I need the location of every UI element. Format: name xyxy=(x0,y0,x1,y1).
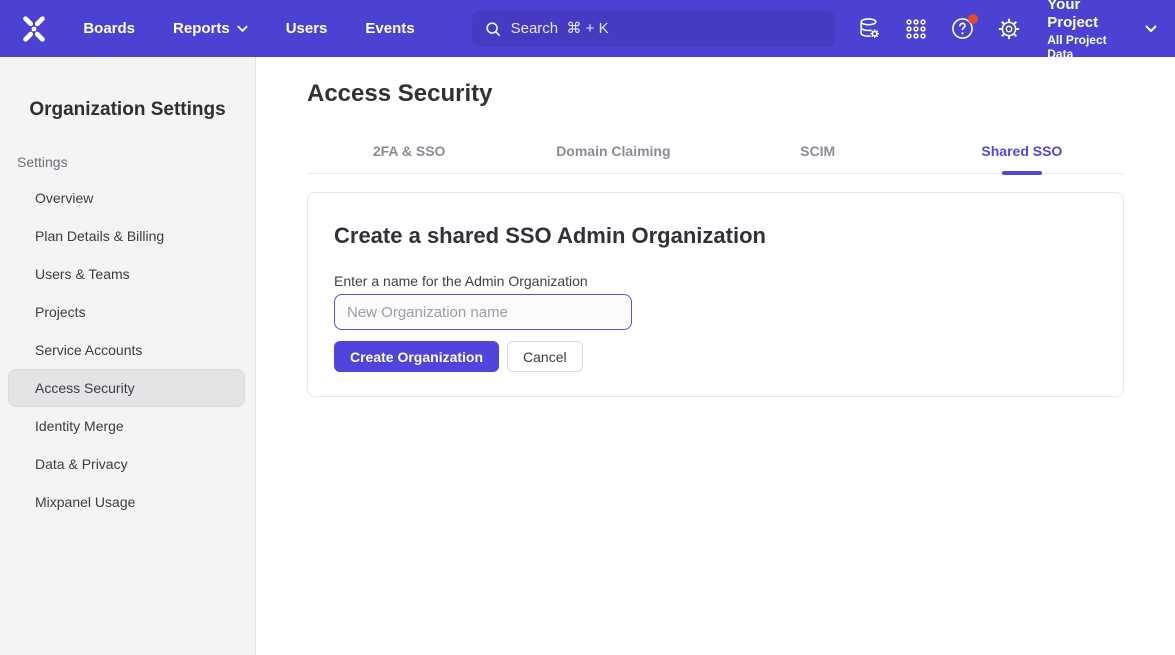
page-title: Access Security xyxy=(307,80,1124,108)
nav-users[interactable]: Users xyxy=(286,20,328,37)
tab-2fa-sso[interactable]: 2FA & SSO xyxy=(307,138,511,173)
create-organization-button[interactable]: Create Organization xyxy=(334,341,499,372)
sidebar-nav: Overview Plan Details & Billing Users & … xyxy=(0,179,255,521)
tab-shared-sso[interactable]: Shared SSO xyxy=(920,138,1124,173)
help-icon[interactable] xyxy=(950,16,975,41)
sidebar-title: Organization Settings xyxy=(0,99,255,121)
project-text: Your Project All Project Data xyxy=(1047,0,1131,61)
button-row: Create Organization Cancel xyxy=(334,341,1097,372)
search-bar[interactable] xyxy=(472,11,836,47)
nav-users-label: Users xyxy=(286,20,328,37)
topbar-right: Your Project All Project Data xyxy=(835,0,1157,61)
main-content: Access Security 2FA & SSO Domain Claimin… xyxy=(256,57,1175,655)
tab-scim[interactable]: SCIM xyxy=(716,138,920,173)
org-name-input[interactable] xyxy=(334,294,632,330)
mixpanel-logo-icon[interactable] xyxy=(18,13,49,45)
sidebar-item-service-accounts[interactable]: Service Accounts xyxy=(8,331,245,369)
sidebar-section-label: Settings xyxy=(17,154,255,170)
project-name: Your Project xyxy=(1047,0,1131,32)
nav-reports-label: Reports xyxy=(173,20,230,37)
nav-boards-label: Boards xyxy=(83,20,135,37)
project-switcher[interactable]: Your Project All Project Data xyxy=(1047,0,1157,61)
tab-bar: 2FA & SSO Domain Claiming SCIM Shared SS… xyxy=(307,138,1124,174)
settings-gear-icon[interactable] xyxy=(997,16,1021,41)
sidebar-item-data-privacy[interactable]: Data & Privacy xyxy=(8,445,245,483)
nav-reports[interactable]: Reports xyxy=(173,20,248,37)
apps-grid-icon[interactable] xyxy=(904,16,928,41)
data-management-icon[interactable] xyxy=(857,16,882,41)
card-title: Create a shared SSO Admin Organization xyxy=(334,223,1097,249)
search-icon xyxy=(484,20,502,38)
chevron-down-icon xyxy=(1145,25,1157,33)
cancel-button[interactable]: Cancel xyxy=(507,341,583,372)
tab-domain-claiming[interactable]: Domain Claiming xyxy=(511,138,715,173)
create-sso-org-card: Create a shared SSO Admin Organization E… xyxy=(307,192,1124,397)
sidebar-item-users-teams[interactable]: Users & Teams xyxy=(8,255,245,293)
topbar: Boards Reports Users Events xyxy=(0,0,1175,57)
nav-events-label: Events xyxy=(365,20,414,37)
nav-boards[interactable]: Boards xyxy=(83,20,135,37)
chevron-down-icon xyxy=(237,25,248,33)
top-navigation: Boards Reports Users Events xyxy=(83,20,452,37)
sidebar-item-overview[interactable]: Overview xyxy=(8,179,245,217)
sidebar-item-mixpanel-usage[interactable]: Mixpanel Usage xyxy=(8,483,245,521)
sidebar-item-projects[interactable]: Projects xyxy=(8,293,245,331)
sidebar-item-identity-merge[interactable]: Identity Merge xyxy=(8,407,245,445)
search-input[interactable] xyxy=(511,20,824,37)
sidebar-item-plan-details-billing[interactable]: Plan Details & Billing xyxy=(8,217,245,255)
sidebar-item-access-security[interactable]: Access Security xyxy=(8,369,245,407)
nav-events[interactable]: Events xyxy=(365,20,414,37)
org-name-label: Enter a name for the Admin Organization xyxy=(334,273,1097,289)
settings-sidebar: Organization Settings Settings Overview … xyxy=(0,57,256,655)
notification-badge xyxy=(968,14,978,24)
